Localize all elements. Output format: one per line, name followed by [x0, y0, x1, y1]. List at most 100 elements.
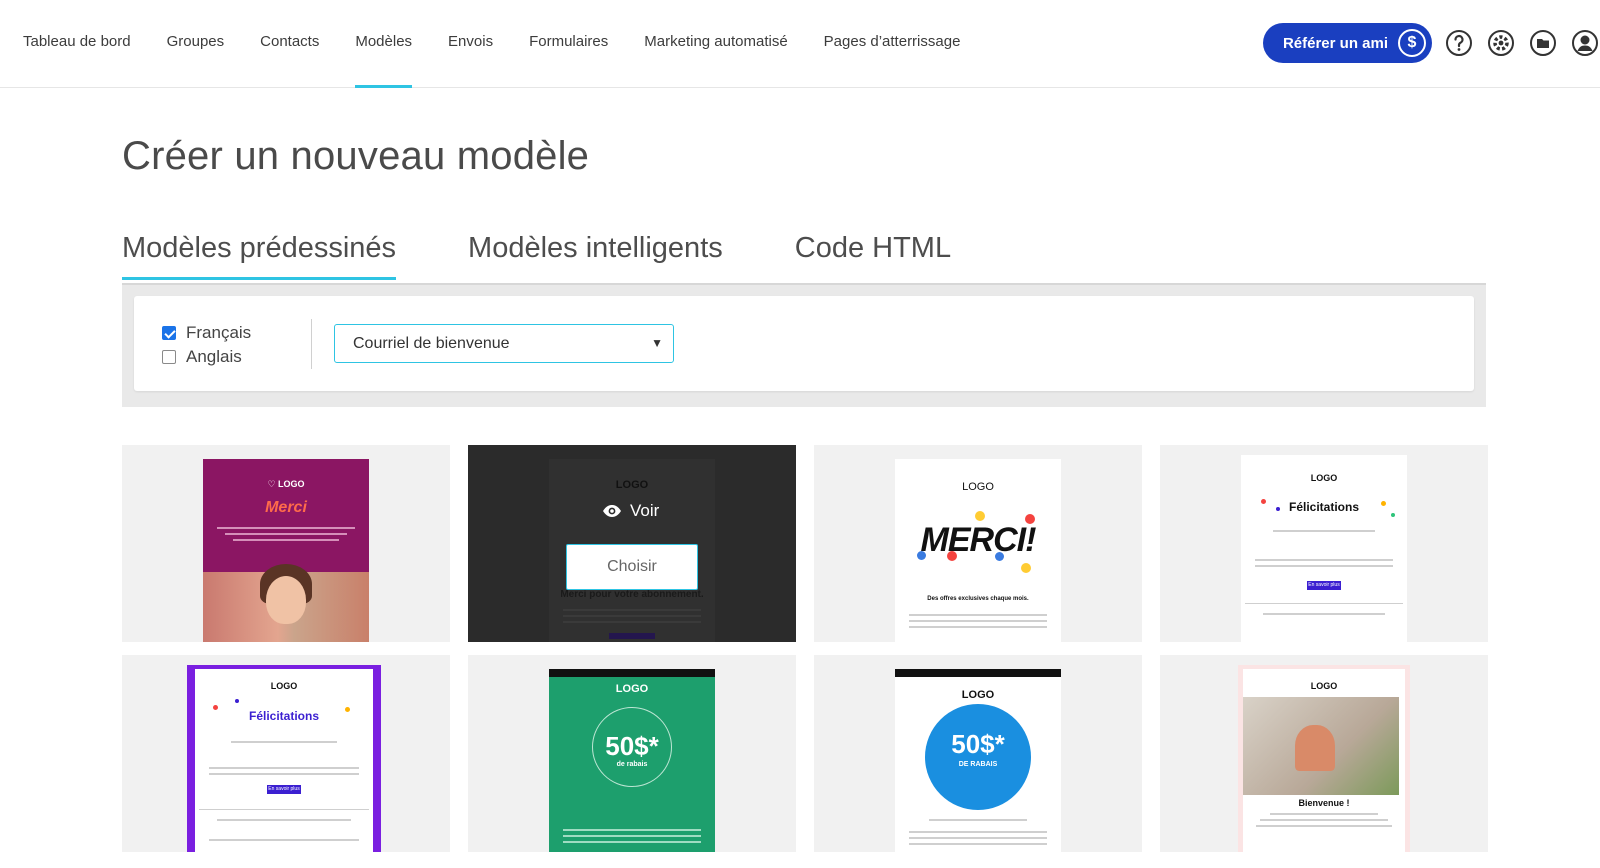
- thumb-text-line: [217, 527, 355, 529]
- checkbox-francais[interactable]: [162, 326, 176, 340]
- choose-template-button[interactable]: Choisir: [566, 544, 698, 590]
- template-card-felicitations-violet[interactable]: LOGO Félicitations En savoir plus: [122, 655, 450, 852]
- gear-icon[interactable]: [1486, 28, 1516, 58]
- thumb-logo: LOGO: [270, 681, 298, 691]
- checkbox-anglais[interactable]: [162, 350, 176, 364]
- thumb-text-line: [1256, 825, 1392, 827]
- thumb-headline: 50$*: [951, 729, 1005, 759]
- top-navigation-bar: Tableau de bord Groupes Contacts Modèles…: [0, 0, 1600, 88]
- template-thumbnail: LOGO 50$* de rabais: [549, 669, 715, 852]
- thumb-headline: Bienvenue !: [1298, 798, 1350, 808]
- emoji-decoration: [1025, 514, 1035, 524]
- header-tools: Référer un ami $: [1262, 23, 1600, 63]
- thumb-top-bar: [549, 669, 715, 677]
- emoji-decoration: [947, 551, 957, 561]
- emoji-decoration: [995, 552, 1004, 561]
- template-thumbnail: LOGO Félicitations En savoir plus: [195, 669, 373, 852]
- eye-icon: [603, 505, 621, 517]
- template-card-50-rabais-bleu[interactable]: LOGO 50$* DE RABAIS: [814, 655, 1142, 852]
- thumb-photo-face: [266, 576, 306, 624]
- tab-modeles-intelligents[interactable]: Modèles intelligents: [468, 222, 723, 280]
- thumb-text-line: [209, 767, 359, 769]
- thumb-text-line: [563, 841, 701, 843]
- thumb-text-line: [909, 620, 1047, 622]
- folder-icon[interactable]: [1528, 28, 1558, 58]
- category-select-value: Courriel de bienvenue: [353, 335, 510, 352]
- thumb-logo: LOGO: [1310, 473, 1338, 483]
- thumb-text-line: [563, 829, 701, 831]
- thumb-subtitle: de rabais: [616, 761, 648, 768]
- thumb-logo: LOGO: [1310, 681, 1338, 691]
- emoji-decoration: [975, 511, 985, 521]
- nav-item-pages-atterrissage[interactable]: Pages d’atterrissage: [806, 0, 979, 88]
- thumb-text-line: [1255, 559, 1393, 561]
- thumb-text-line: [909, 831, 1047, 833]
- thumb-text-line: [217, 819, 351, 821]
- confetti-decoration: [213, 705, 218, 710]
- template-card-merci-purple[interactable]: ♡ LOGO Merci: [122, 445, 450, 642]
- thumb-cta: En savoir plus: [267, 785, 301, 794]
- dollar-icon: $: [1398, 29, 1426, 57]
- thumb-text-line: [231, 741, 337, 743]
- thumb-text-line: [1260, 819, 1388, 821]
- refer-friend-label: Référer un ami: [1282, 34, 1388, 52]
- template-thumbnail: ♡ LOGO Merci: [203, 459, 369, 642]
- template-card-felicitations[interactable]: LOGO Félicitations En savoir plus: [1160, 445, 1488, 642]
- language-option-francais[interactable]: Français: [162, 321, 251, 345]
- nav-item-groupes[interactable]: Groupes: [149, 0, 243, 88]
- user-icon[interactable]: [1570, 28, 1600, 58]
- template-thumbnail: LOGO Félicitations En savoir plus: [1241, 455, 1407, 642]
- emoji-decoration: [917, 551, 926, 560]
- thumb-text-line: [1255, 565, 1393, 567]
- nav-item-envois[interactable]: Envois: [430, 0, 511, 88]
- filter-box: Français Anglais Courriel de bienvenue ▼: [134, 296, 1474, 391]
- thumb-text-line: [563, 835, 701, 837]
- language-filter: Français Anglais: [162, 321, 251, 369]
- thumb-headline: Merci: [265, 499, 307, 516]
- preview-link[interactable]: Voir: [602, 501, 659, 521]
- caret-down-icon: ▼: [651, 336, 663, 350]
- template-card-merci-comic[interactable]: LOGO MERCI! Des offres exclusives chaque…: [814, 445, 1142, 642]
- thumb-text-line: [929, 819, 1027, 821]
- thumb-text-line: [1270, 813, 1378, 815]
- template-thumbnail: LOGO 50$* DE RABAIS: [895, 669, 1061, 852]
- thumb-divider: [1245, 603, 1403, 604]
- thumb-text-line: [1263, 613, 1385, 615]
- confetti-decoration: [235, 699, 239, 703]
- thumb-subtitle: DE RABAIS: [958, 761, 998, 768]
- template-type-tabs: Modèles prédessinés Modèles intelligents…: [122, 222, 951, 280]
- thumb-text-line: [209, 839, 359, 841]
- template-hover-overlay: Voir Choisir: [468, 445, 796, 642]
- tab-modeles-predessines[interactable]: Modèles prédessinés: [122, 222, 397, 280]
- nav-item-contacts[interactable]: Contacts: [242, 0, 337, 88]
- template-card-merci-abonnement[interactable]: LOGO Merci pour votre abonnement. Voir C…: [468, 445, 796, 642]
- thumb-photo-person: [1295, 725, 1335, 771]
- nav-item-tableau-de-bord[interactable]: Tableau de bord: [0, 0, 149, 88]
- thumb-headline: 50$*: [605, 731, 659, 761]
- thumb-text-line: [1273, 530, 1375, 532]
- tab-code-html[interactable]: Code HTML: [795, 222, 951, 280]
- language-option-anglais[interactable]: Anglais: [162, 345, 251, 369]
- thumb-divider: [199, 809, 369, 810]
- preview-label: Voir: [630, 501, 660, 520]
- template-card-50-rabais-vert[interactable]: LOGO 50$* de rabais: [468, 655, 796, 852]
- heart-icon: ♡: [267, 479, 276, 489]
- language-label-francais: Français: [186, 323, 252, 342]
- thumb-subtitle: Des offres exclusives chaque mois.: [927, 596, 1029, 602]
- category-select[interactable]: Courriel de bienvenue ▼: [334, 324, 674, 363]
- page-title: Créer un nouveau modèle: [122, 134, 590, 178]
- nav-item-marketing-automatise[interactable]: Marketing automatisé: [626, 0, 805, 88]
- refer-friend-button[interactable]: Référer un ami $: [1262, 23, 1432, 63]
- thumb-top-bar: [895, 669, 1061, 677]
- nav-item-modeles[interactable]: Modèles: [337, 0, 430, 88]
- confetti-decoration: [1381, 501, 1386, 506]
- thumb-cta: En savoir plus: [1307, 581, 1341, 590]
- help-icon[interactable]: [1444, 28, 1474, 58]
- thumb-logo: LOGO: [615, 683, 649, 695]
- thumb-text-line: [225, 533, 347, 535]
- nav-item-formulaires[interactable]: Formulaires: [511, 0, 626, 88]
- thumb-text-line: [209, 773, 359, 775]
- filter-panel: Français Anglais Courriel de bienvenue ▼: [122, 283, 1486, 407]
- thumb-text-line: [909, 837, 1047, 839]
- template-card-bienvenue[interactable]: LOGO Bienvenue !: [1160, 655, 1488, 852]
